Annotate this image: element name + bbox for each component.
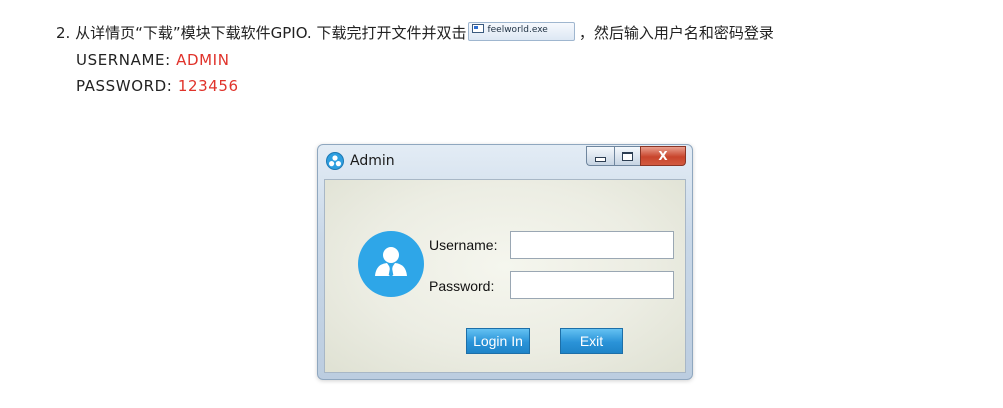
login-button[interactable]: Login In: [466, 328, 530, 354]
user-avatar-icon: [358, 231, 424, 297]
dialog-titlebar[interactable]: Admin X: [318, 145, 692, 179]
username-credential-value: ADMIN: [176, 51, 230, 69]
password-credential-value: 123456: [177, 77, 239, 95]
username-credential-label: USERNAME:: [76, 51, 177, 69]
exe-file-icon: [472, 24, 485, 33]
login-dialog: Admin X Username: Password: Login In Exi…: [317, 144, 693, 380]
username-label: Username:: [429, 237, 498, 253]
maximize-icon: [622, 151, 633, 161]
exe-file-chip: feelworld.exe: [468, 22, 575, 41]
close-button[interactable]: X: [640, 146, 686, 166]
dialog-title: Admin: [350, 153, 395, 169]
username-input[interactable]: [510, 231, 674, 259]
step-instruction: 2. 从详情页“下载”模块下载软件GPIO. 下载完打开文件并双击 feelwor…: [56, 22, 774, 44]
step-after-text: ，然后输入用户名和密码登录: [578, 24, 774, 42]
dialog-client-area: Username: Password: Login In Exit: [324, 179, 686, 373]
exe-file-name: feelworld.exe: [487, 25, 548, 35]
password-input[interactable]: [510, 271, 674, 299]
password-credential-label: PASSWORD:: [76, 77, 178, 95]
close-icon: X: [658, 149, 668, 163]
password-label: Password:: [429, 278, 495, 294]
caption-buttons: X: [586, 146, 686, 166]
username-credential: USERNAME: ADMIN: [76, 50, 230, 70]
app-logo-icon: [326, 152, 344, 170]
maximize-button[interactable]: [614, 146, 640, 166]
step-text: 2. 从详情页“下载”模块下载软件GPIO. 下载完打开文件并双击: [56, 24, 467, 42]
password-credential: PASSWORD: 123456: [76, 76, 239, 96]
minimize-icon: [595, 156, 606, 162]
exit-button[interactable]: Exit: [560, 328, 623, 354]
minimize-button[interactable]: [586, 146, 614, 166]
